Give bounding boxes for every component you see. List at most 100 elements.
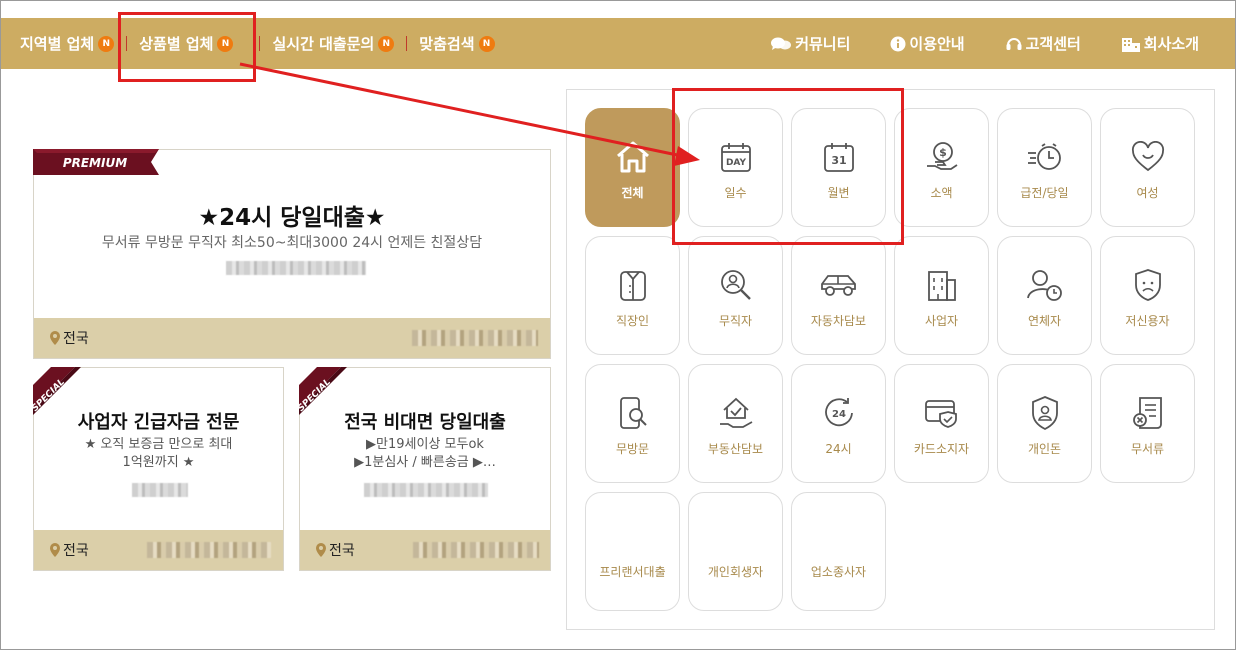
company-label: 회사소개 [1143, 35, 1199, 53]
category-private-money[interactable]: 개인돈 [997, 364, 1092, 483]
home-icon [616, 141, 649, 173]
region-label: 전국 [329, 543, 355, 559]
nav-item-label: 맞춤검색 [419, 35, 475, 53]
premium-listing-card[interactable]: PREMIUM ★24시 당일대출★ 무서류 무방문 무직자 최소50~최대30… [33, 149, 551, 359]
card-footer: 전국 [300, 530, 550, 570]
top-navigation-bar: 지역별 업체 N 상품별 업체 N 실시간 대출문의 N 맞춤검색 N 커뮤니티… [1, 18, 1235, 69]
special-title: 전국 비대면 당일대출 [344, 412, 506, 433]
utility-menu: 커뮤니티 이용안내 고객센터 회사소개 [730, 33, 1235, 54]
clock-24-icon: 24 [824, 398, 853, 427]
nav-item-product[interactable]: 상품별 업체 N [139, 33, 234, 54]
category-low-credit[interactable]: 저신용자 [1100, 236, 1195, 355]
category-label: 일수 [724, 186, 747, 200]
special-line: 1억원까지 ★ [122, 455, 195, 470]
guide-link[interactable]: 이용안내 [890, 33, 965, 54]
location-pin-icon [316, 543, 326, 557]
special-description: ★ 오직 보증금 만으로 최대 1억원까지 ★ [48, 436, 269, 472]
region-label: 전국 [63, 543, 89, 559]
special-line: ▶1분심사 / 빠른송금 ▶… [354, 455, 496, 470]
category-label: 연체자 [1027, 314, 1062, 328]
category-daily[interactable]: DAY 일수 [688, 108, 783, 227]
premium-title: ★24시 당일대출★ [198, 205, 386, 231]
category-label: 전체 [621, 186, 644, 200]
document-x-icon [1132, 397, 1162, 429]
category-label: 자동차담보 [810, 314, 867, 328]
category-label: 월변 [827, 186, 850, 200]
category-label: 부동산담보 [707, 442, 764, 456]
calendar-day-icon: DAY [720, 143, 751, 172]
company-link[interactable]: 회사소개 [1121, 33, 1199, 54]
nav-item-realtime-inquiry[interactable]: 실시간 대출문의 N [272, 33, 395, 54]
category-women[interactable]: 여성 [1100, 108, 1195, 227]
person-clock-icon [1026, 270, 1062, 301]
category-card-holder[interactable]: 카드소지자 [894, 364, 989, 483]
new-badge: N [98, 35, 115, 52]
location-pin-icon [50, 543, 60, 557]
building-icon [1121, 37, 1140, 52]
category-freelancer[interactable]: 프리랜서대출 [585, 492, 680, 611]
special-line: ▶만19세이상 모두ok [366, 437, 484, 452]
card-footer: 전국 [34, 530, 283, 570]
blurred-company-name [364, 483, 488, 497]
category-all[interactable]: 전체 [585, 108, 680, 227]
card-footer: 전국 [34, 318, 550, 358]
nav-separator [259, 36, 261, 51]
special-listing-card[interactable]: SPECIAL 전국 비대면 당일대출 ▶만19세이상 모두ok ▶1분심사 /… [299, 367, 551, 571]
new-badge: N [217, 35, 234, 52]
category-delinquent[interactable]: 연체자 [997, 236, 1092, 355]
category-business[interactable]: 사업자 [894, 236, 989, 355]
category-urgent[interactable]: 급전/당일 [997, 108, 1092, 227]
svg-text:31: 31 [831, 154, 846, 167]
category-label: 급전/당일 [1020, 186, 1069, 200]
info-icon [890, 36, 906, 51]
category-entertainment-worker[interactable]: 업소종사자 [791, 492, 886, 611]
support-link[interactable]: 고객센터 [1005, 33, 1081, 54]
category-unemployed[interactable]: 무직자 [688, 236, 783, 355]
support-label: 고객센터 [1025, 35, 1081, 53]
category-no-visit[interactable]: 무방문 [585, 364, 680, 483]
category-label: 카드소지자 [913, 442, 970, 456]
category-monthly[interactable]: 31 월변 [791, 108, 886, 227]
category-car-collateral[interactable]: 자동차담보 [791, 236, 886, 355]
blurred-phone [412, 330, 538, 346]
category-employee[interactable]: 직장인 [585, 236, 680, 355]
category-rehabilitation[interactable]: 개인회생자 [688, 492, 783, 611]
office-building-icon [927, 271, 956, 301]
community-link[interactable]: 커뮤니티 [770, 33, 850, 54]
svg-text:DAY: DAY [725, 158, 746, 168]
heart-icon [1131, 141, 1164, 172]
nav-menu: 지역별 업체 N 상품별 업체 N 실시간 대출문의 N 맞춤검색 N [1, 33, 495, 54]
sad-shield-icon [1134, 269, 1161, 301]
person-badge-icon [1031, 396, 1058, 431]
special-description: ▶만19세이상 모두ok ▶1분심사 / 빠른송금 ▶… [314, 436, 536, 472]
headset-icon [1006, 37, 1022, 50]
category-label: 업소종사자 [810, 565, 867, 579]
house-hand-icon [719, 397, 752, 428]
premium-ribbon: PREMIUM [33, 149, 159, 175]
fast-clock-icon [1027, 143, 1061, 170]
nav-item-label: 지역별 업체 [20, 35, 95, 53]
special-listing-card[interactable]: SPECIAL 사업자 긴급자금 전문 ★ 오직 보증금 만으로 최대 1억원까… [33, 367, 284, 571]
region-label: 전국 [63, 331, 89, 347]
category-panel: 전체 DAY 일수 31 월변 $ 소액 급전/당일 여성 직장인 무직자 자동… [566, 89, 1215, 630]
premium-subtitle: 무서류 무방문 무직자 최소50~최대3000 24시 언제든 친절상담 [101, 235, 483, 251]
category-label: 프리랜서대출 [599, 565, 666, 579]
nav-item-custom-search[interactable]: 맞춤검색 N [419, 33, 495, 54]
category-24h[interactable]: 24 24시 [791, 364, 886, 483]
card-shield-icon [924, 400, 957, 428]
category-label: 직장인 [615, 314, 650, 328]
category-small-amount[interactable]: $ 소액 [894, 108, 989, 227]
svg-text:$: $ [939, 146, 947, 159]
blurred-company-name [226, 261, 366, 275]
category-label: 저신용자 [1125, 314, 1170, 328]
category-no-documents[interactable]: 무서류 [1100, 364, 1195, 483]
category-real-estate[interactable]: 부동산담보 [688, 364, 783, 483]
category-label: 개인돈 [1027, 442, 1062, 456]
new-badge: N [478, 35, 495, 52]
phone-search-icon [619, 397, 647, 429]
location-pin-icon [50, 331, 60, 345]
nav-separator [406, 36, 408, 51]
special-title: 사업자 긴급자금 전문 [77, 412, 240, 433]
category-label: 소액 [930, 186, 953, 200]
nav-item-region[interactable]: 지역별 업체 N [20, 33, 115, 54]
